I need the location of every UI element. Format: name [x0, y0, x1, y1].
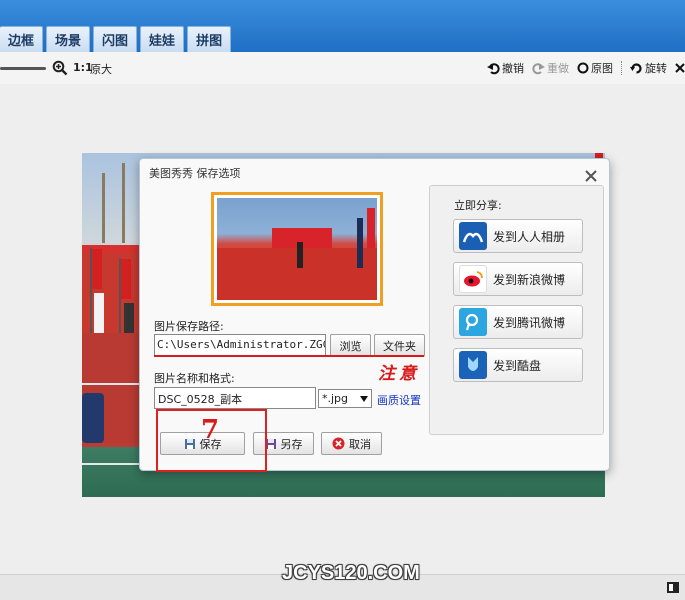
dialog-title: 美图秀秀 保存选项: [149, 167, 241, 180]
share-kupan-button[interactable]: 发到酷盘: [453, 348, 583, 382]
annotation-notice: 注意: [378, 364, 420, 384]
save-path-input[interactable]: C:\Users\Administrator.ZGC-2: [154, 334, 326, 356]
toolbar-separator: [621, 61, 622, 75]
image-toolbar: 1:1 原大 撤销 重做 原图 旋转: [0, 52, 685, 84]
share-kupan-label: 发到酷盘: [493, 358, 542, 373]
cancel-label: 取消: [349, 437, 371, 451]
share-panel: 立即分享: 发到人人相册 发到新浪微博 发到腾讯微博 发到酷盘: [429, 185, 604, 435]
watermark: JCYS120.COM: [282, 562, 420, 584]
share-sina-weibo-button[interactable]: 发到新浪微博: [453, 262, 583, 296]
tool-actions: 撤销 重做 原图 旋转: [487, 60, 685, 76]
share-renren-button[interactable]: 发到人人相册: [453, 219, 583, 253]
close-icon: [585, 170, 597, 182]
redo-button[interactable]: 重做: [532, 60, 569, 76]
tencent-weibo-icon: [459, 308, 487, 336]
original-image-icon: [577, 62, 589, 74]
quality-settings-link[interactable]: 画质设置: [377, 392, 421, 408]
rotate-icon: [630, 62, 642, 74]
redo-icon: [532, 62, 545, 74]
file-name-label: 图片名称和格式:: [154, 372, 235, 385]
annotation-underline: [154, 355, 424, 357]
share-tencent-weibo-label: 发到腾讯微博: [493, 315, 566, 330]
original-image-button[interactable]: 原图: [577, 60, 613, 76]
share-title: 立即分享:: [454, 199, 502, 212]
rotate-label: 旋转: [645, 62, 667, 75]
file-name-input[interactable]: DSC_0528_副本: [154, 387, 316, 409]
tab-collage[interactable]: 拼图: [187, 26, 232, 52]
compare-view-icon[interactable]: [667, 582, 679, 593]
format-select[interactable]: *.jpg: [318, 389, 372, 408]
format-value: *.jpg: [322, 392, 349, 405]
zoom-slider[interactable]: [0, 67, 46, 70]
undo-icon: [487, 62, 500, 74]
share-renren-label: 发到人人相册: [493, 229, 566, 244]
kupan-icon: [459, 351, 487, 379]
share-tencent-weibo-button[interactable]: 发到腾讯微博: [453, 305, 583, 339]
sina-weibo-icon: [459, 265, 487, 293]
rotate-button[interactable]: 旋转: [630, 60, 667, 76]
tab-scene[interactable]: 场景: [46, 26, 91, 52]
browse-button[interactable]: 浏览: [330, 334, 371, 357]
zoom-in-icon[interactable]: [52, 60, 68, 76]
annotation-step-number: 7: [201, 415, 220, 445]
tab-border[interactable]: 边框: [0, 26, 44, 52]
tab-doll[interactable]: 娃娃: [140, 26, 185, 52]
undo-button[interactable]: 撤销: [487, 60, 524, 76]
flip-icon[interactable]: [675, 63, 685, 73]
chevron-down-icon: [360, 395, 368, 402]
cancel-button[interactable]: 取消: [321, 432, 382, 455]
top-menu-bar: 边框 场景 闪图 娃娃 拼图: [0, 0, 685, 52]
tab-flash[interactable]: 闪图: [93, 26, 138, 52]
dialog-close-button[interactable]: [582, 167, 600, 185]
undo-label: 撤销: [502, 62, 524, 75]
share-sina-weibo-label: 发到新浪微博: [493, 272, 566, 287]
preview-image: [217, 198, 377, 300]
original-size-button[interactable]: 原大: [90, 61, 112, 77]
category-tabs: 边框 场景 闪图 娃娃 拼图: [0, 26, 232, 52]
save-options-dialog: 美图秀秀 保存选项 图片保存路径: C:\Users\Administrator…: [139, 158, 610, 472]
original-image-label: 原图: [591, 62, 613, 75]
renren-icon: [459, 222, 487, 250]
cancel-icon: [332, 437, 345, 450]
redo-label: 重做: [547, 62, 569, 75]
image-preview-thumbnail: [211, 192, 383, 306]
open-folder-button[interactable]: 文件夹: [374, 334, 425, 357]
save-as-label: 另存: [280, 437, 303, 451]
save-path-label: 图片保存路径:: [154, 320, 224, 333]
